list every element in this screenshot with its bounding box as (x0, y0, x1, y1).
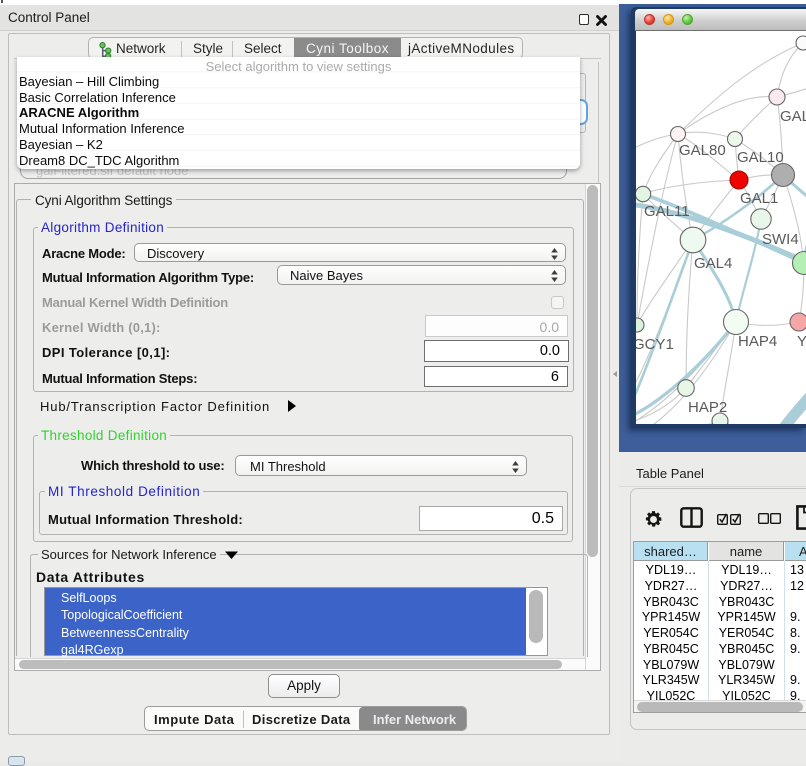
svg-text:GAL80: GAL80 (679, 142, 726, 159)
svg-text:HAP4: HAP4 (738, 333, 777, 350)
svg-text:GCY1: GCY1 (636, 336, 674, 353)
svg-text:GAL1: GAL1 (740, 190, 778, 207)
svg-text:Y: Y (797, 333, 806, 350)
svg-text:GAL11: GAL11 (644, 203, 690, 220)
svg-text:GAL4: GAL4 (694, 255, 732, 272)
svg-text:GAL10: GAL10 (737, 149, 784, 166)
svg-text:GAL2: GAL2 (780, 108, 806, 125)
svg-text:SWI4: SWI4 (762, 231, 799, 248)
svg-text:HAP2: HAP2 (688, 399, 727, 416)
